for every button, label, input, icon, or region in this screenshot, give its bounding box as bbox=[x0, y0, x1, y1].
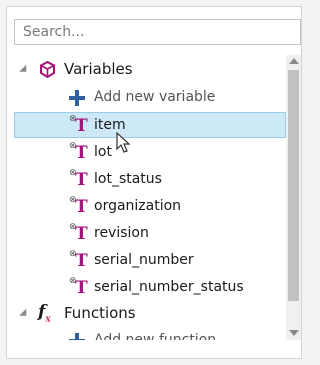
text-type-icon: ⊗ T bbox=[69, 195, 88, 217]
collapse-caret-icon[interactable] bbox=[19, 64, 30, 76]
tree-group-functions[interactable]: fx Functions bbox=[14, 301, 286, 327]
add-function-button[interactable]: Add new function bbox=[14, 328, 286, 340]
variable-label: lot_status bbox=[94, 171, 162, 187]
variables-tree: Variables Add new variable ⊗ T item ⊗ T lo… bbox=[14, 55, 286, 340]
group-label-functions: Functions bbox=[64, 304, 136, 322]
cube-icon bbox=[40, 61, 55, 78]
add-variable-button[interactable]: Add new variable bbox=[14, 85, 286, 111]
add-variable-label: Add new variable bbox=[94, 89, 216, 105]
tree-group-variables[interactable]: Variables bbox=[14, 57, 286, 83]
text-type-icon: ⊗ T bbox=[69, 141, 88, 163]
variable-label: serial_number_status bbox=[94, 279, 244, 295]
search-input[interactable] bbox=[14, 19, 301, 45]
group-label-variables: Variables bbox=[64, 60, 133, 78]
text-type-icon: ⊗ T bbox=[69, 249, 88, 271]
add-function-label: Add new function bbox=[94, 332, 217, 340]
variable-label: item bbox=[94, 117, 126, 133]
variable-item-item[interactable]: ⊗ T item bbox=[14, 112, 286, 138]
variable-label: serial_number bbox=[94, 252, 194, 268]
fx-icon: fx bbox=[38, 302, 51, 325]
variable-item-lot[interactable]: ⊗ T lot bbox=[14, 139, 286, 165]
variable-item-lot-status[interactable]: ⊗ T lot_status bbox=[14, 166, 286, 192]
text-type-icon: ⊗ T bbox=[69, 276, 88, 298]
variable-item-serial-number-status[interactable]: ⊗ T serial_number_status bbox=[14, 274, 286, 300]
variable-label: lot bbox=[94, 144, 112, 160]
scroll-up-icon[interactable] bbox=[289, 58, 299, 64]
text-type-icon: ⊗ T bbox=[69, 114, 88, 136]
plus-icon bbox=[69, 90, 85, 106]
variable-item-revision[interactable]: ⊗ T revision bbox=[14, 220, 286, 246]
variable-label: revision bbox=[94, 225, 149, 241]
collapse-caret-icon[interactable] bbox=[19, 308, 30, 320]
text-type-icon: ⊗ T bbox=[69, 168, 88, 190]
text-type-icon: ⊗ T bbox=[69, 222, 88, 244]
variable-label: organization bbox=[94, 198, 182, 214]
mouse-pointer-icon bbox=[116, 132, 131, 153]
scroll-down-icon[interactable] bbox=[289, 330, 299, 336]
plus-icon bbox=[69, 333, 85, 340]
variable-item-organization[interactable]: ⊗ T organization bbox=[14, 193, 286, 219]
scrollbar-thumb[interactable] bbox=[288, 70, 299, 301]
variable-item-serial-number[interactable]: ⊗ T serial_number bbox=[14, 247, 286, 273]
